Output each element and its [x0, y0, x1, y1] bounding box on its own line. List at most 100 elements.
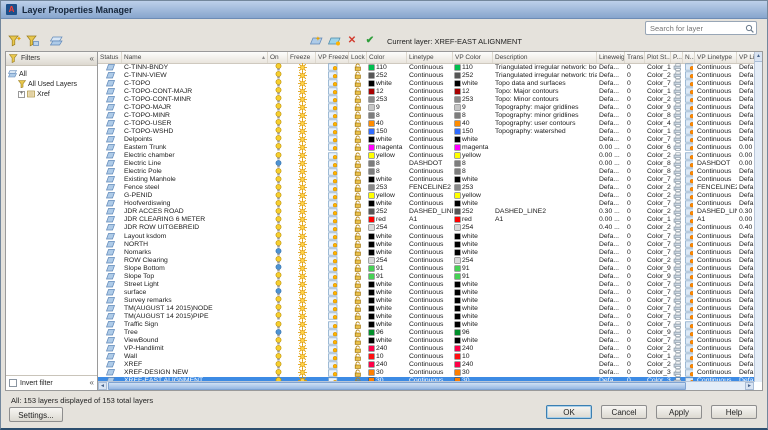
color-swatch[interactable] [455, 153, 460, 158]
color-swatch[interactable] [369, 322, 374, 327]
vp-freeze-cell[interactable] [316, 321, 349, 329]
layer-row[interactable]: JDR ACCES ROAD252DASHED_LINE252DASHED_LI… [98, 208, 754, 216]
plot-printer-icon[interactable] [673, 119, 681, 127]
vp-freeze-icon[interactable] [328, 288, 338, 296]
plot-printer-icon[interactable] [673, 111, 681, 119]
vp-freeze-icon[interactable] [328, 63, 338, 71]
status-cell[interactable] [98, 281, 122, 288]
layer-row[interactable]: JDR ROW UITGEBREID254Continuous2540.40 .… [98, 224, 754, 232]
unlock-icon[interactable] [354, 329, 362, 337]
on-cell[interactable] [268, 135, 288, 143]
lock-cell[interactable] [349, 337, 367, 345]
plot-printer-icon[interactable] [673, 280, 681, 288]
new-vp-freeze-cell[interactable] [683, 321, 695, 329]
column-header-description[interactable]: Description [493, 52, 597, 63]
new-vp-freeze-icon[interactable] [685, 304, 693, 312]
on-cell[interactable] [268, 143, 288, 151]
column-header-lineweight[interactable]: Lineweight [597, 52, 625, 63]
color-swatch[interactable] [369, 330, 374, 335]
vp-freeze-icon[interactable] [328, 337, 338, 345]
column-header-plot-st[interactable]: Plot St... [645, 52, 671, 63]
plot-printer-icon[interactable] [673, 256, 681, 264]
color-swatch[interactable] [369, 234, 374, 239]
on-bulb-icon[interactable] [275, 296, 282, 304]
layer-row[interactable]: C-TINN-BNDY110Continuous110Triangulated … [98, 63, 754, 71]
unlock-icon[interactable] [354, 119, 362, 127]
on-bulb-icon[interactable] [275, 79, 282, 87]
layer-row[interactable]: Survey remarkswhiteContinuouswhiteDefa..… [98, 296, 754, 304]
on-bulb-icon[interactable] [275, 143, 282, 151]
plot-printer-icon[interactable] [673, 248, 681, 256]
new-vp-freeze-cell[interactable] [683, 119, 695, 127]
off-bulb-icon[interactable] [275, 248, 282, 256]
on-cell[interactable] [268, 361, 288, 369]
layer-row[interactable]: Electric Line8DASHDOT80.00 ...0Color_8DA… [98, 160, 754, 168]
plot-cell[interactable] [671, 369, 683, 377]
vp-freeze-cell[interactable] [316, 87, 349, 95]
on-bulb-icon[interactable] [275, 119, 282, 127]
unlock-icon[interactable] [354, 216, 362, 224]
new-vp-freeze-cell[interactable] [683, 63, 695, 71]
new-vp-freeze-cell[interactable] [683, 111, 695, 119]
status-cell[interactable] [98, 249, 122, 256]
tree-item-all-used-layers[interactable]: All Used Layers [8, 79, 95, 89]
vp-freeze-cell[interactable] [316, 240, 349, 248]
unlock-icon[interactable] [354, 240, 362, 248]
plot-printer-icon[interactable] [673, 272, 681, 280]
plot-printer-icon[interactable] [673, 160, 681, 168]
on-bulb-icon[interactable] [275, 103, 282, 111]
color-swatch[interactable] [369, 121, 374, 126]
vp-freeze-icon[interactable] [328, 216, 338, 224]
help-button[interactable]: Help [711, 405, 757, 419]
on-bulb-icon[interactable] [275, 272, 282, 280]
lock-cell[interactable] [349, 200, 367, 208]
off-bulb-icon[interactable] [275, 329, 282, 337]
on-cell[interactable] [268, 304, 288, 312]
vp-freeze-cell[interactable] [316, 361, 349, 369]
plot-cell[interactable] [671, 79, 683, 87]
on-bulb-icon[interactable] [275, 312, 282, 320]
lock-cell[interactable] [349, 361, 367, 369]
color-swatch[interactable] [455, 129, 460, 134]
on-cell[interactable] [268, 280, 288, 288]
lock-cell[interactable] [349, 176, 367, 184]
plot-cell[interactable] [671, 353, 683, 361]
new-vp-freeze-cell[interactable] [683, 369, 695, 377]
vp-freeze-icon[interactable] [328, 143, 338, 151]
plot-cell[interactable] [671, 232, 683, 240]
status-cell[interactable] [98, 80, 122, 87]
lock-cell[interactable] [349, 79, 367, 87]
new-vp-freeze-icon[interactable] [685, 71, 693, 79]
vp-freeze-cell[interactable] [316, 296, 349, 304]
lock-cell[interactable] [349, 152, 367, 160]
status-cell[interactable] [98, 192, 122, 199]
status-cell[interactable] [98, 176, 122, 183]
color-swatch[interactable] [455, 330, 460, 335]
on-bulb-icon[interactable] [275, 361, 282, 369]
layer-row[interactable]: C-TOPOwhiteContinuouswhiteTopo data and … [98, 79, 754, 87]
cancel-button[interactable]: Cancel [601, 405, 647, 419]
plot-printer-icon[interactable] [673, 200, 681, 208]
new-vp-freeze-cell[interactable] [683, 345, 695, 353]
layer-row[interactable]: VP-Handlimit240Continuous240Defa...0Colo… [98, 345, 754, 353]
vp-freeze-cell[interactable] [316, 345, 349, 353]
new-vp-freeze-cell[interactable] [683, 143, 695, 151]
plot-cell[interactable] [671, 208, 683, 216]
layer-row[interactable]: XREF-DESIGN NEW30Continuous30Defa...0Col… [98, 369, 754, 377]
titlebar[interactable]: A Layer Properties Manager [1, 1, 767, 19]
on-bulb-icon[interactable] [275, 152, 282, 160]
vp-freeze-icon[interactable] [328, 232, 338, 240]
plot-cell[interactable] [671, 240, 683, 248]
unlock-icon[interactable] [354, 127, 362, 135]
on-bulb-icon[interactable] [275, 95, 282, 103]
vp-freeze-cell[interactable] [316, 79, 349, 87]
on-cell[interactable] [268, 296, 288, 304]
on-cell[interactable] [268, 369, 288, 377]
plot-printer-icon[interactable] [673, 224, 681, 232]
invert-filter-checkbox[interactable] [9, 379, 17, 387]
new-vp-freeze-icon[interactable] [685, 119, 693, 127]
set-current-button[interactable]: ✔ [363, 35, 377, 48]
vp-freeze-cell[interactable] [316, 71, 349, 79]
layer-row[interactable]: DelpointswhiteContinuouswhiteDefa...0Col… [98, 135, 754, 143]
on-cell[interactable] [268, 103, 288, 111]
